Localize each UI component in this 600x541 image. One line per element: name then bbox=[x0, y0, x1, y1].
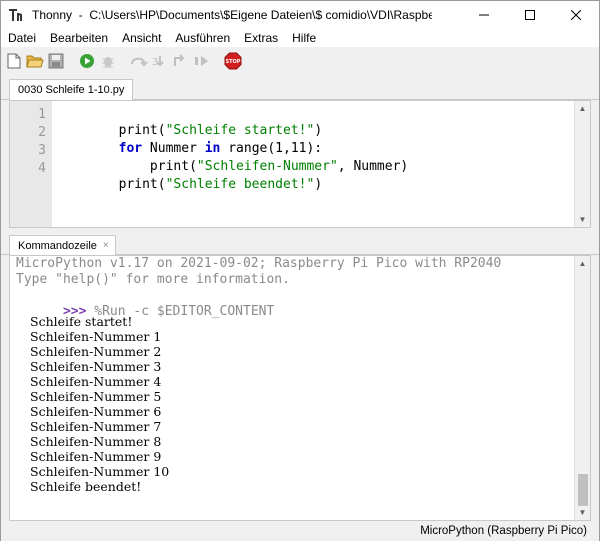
menu-extras[interactable]: Extras bbox=[237, 31, 285, 45]
minimize-button[interactable] bbox=[461, 1, 507, 29]
line-number: 3 bbox=[38, 143, 46, 158]
shell-output-line: Schleifen-Nummer 2 bbox=[30, 344, 162, 359]
app-name: Thonny bbox=[32, 8, 73, 22]
step-over-icon bbox=[131, 57, 148, 67]
line-number: 4 bbox=[38, 161, 46, 176]
shell-tab-label: Kommandozeile bbox=[18, 239, 97, 252]
menu-bearbeiten[interactable]: Bearbeiten bbox=[43, 31, 115, 45]
maximize-icon bbox=[525, 10, 535, 20]
shell-scrollbar[interactable]: ▲ ▼ bbox=[574, 256, 590, 520]
menu-datei[interactable]: Datei bbox=[1, 31, 43, 45]
resume-icon bbox=[195, 56, 208, 66]
thonny-window: Thonny - C:\Users\HP\Documents\$Eigene D… bbox=[0, 0, 600, 541]
close-button[interactable] bbox=[553, 1, 599, 29]
step-out-button[interactable] bbox=[172, 52, 190, 70]
shell-output-line: Schleifen-Nummer 1 bbox=[30, 329, 162, 344]
window-controls bbox=[461, 1, 599, 29]
folder-open-icon bbox=[26, 55, 44, 68]
code-editor[interactable]: 1 2 3 4 print("Schleife startet!") for N… bbox=[9, 100, 591, 228]
editor-scrollbar[interactable]: ▲ ▼ bbox=[574, 101, 590, 227]
save-file-button[interactable] bbox=[47, 52, 65, 70]
code-token: "Schleife beendet!" bbox=[165, 177, 315, 192]
save-icon bbox=[48, 53, 64, 69]
step-into-icon: 3 bbox=[152, 56, 164, 68]
shell-output-line: Schleifen-Nummer 9 bbox=[30, 449, 162, 464]
scroll-down-icon[interactable]: ▼ bbox=[578, 215, 587, 224]
shell-input-line[interactable]: >>> bbox=[16, 504, 86, 520]
code-token: ) bbox=[314, 177, 323, 192]
menu-ausfuehren[interactable]: Ausführen bbox=[168, 31, 237, 45]
line-number: 1 bbox=[38, 107, 46, 122]
shell-console[interactable]: MicroPython v1.17 on 2021-09-02; Raspber… bbox=[9, 255, 591, 521]
minimize-icon bbox=[479, 14, 489, 16]
code-token: , Nummer) bbox=[337, 159, 409, 174]
shell-banner-line: Type "help()" for more information. bbox=[16, 272, 290, 287]
scroll-down-icon[interactable]: ▼ bbox=[578, 508, 587, 517]
menu-ansicht[interactable]: Ansicht bbox=[115, 31, 168, 45]
shell-output-line: Schleifen-Nummer 3 bbox=[30, 359, 162, 374]
close-tab-icon[interactable]: × bbox=[103, 240, 109, 251]
code-area[interactable]: print("Schleife startet!") for Nummer in… bbox=[56, 101, 576, 227]
stop-icon: STOP bbox=[224, 52, 242, 70]
bug-icon bbox=[102, 57, 114, 68]
shell-output-line: Schleifen-Nummer 7 bbox=[30, 419, 162, 434]
shell-banner-line: MicroPython v1.17 on 2021-09-02; Raspber… bbox=[16, 256, 502, 271]
editor-tab-label: 0030 Schleife 1-10.py bbox=[18, 84, 125, 96]
shell-output-line: Schleifen-Nummer 5 bbox=[30, 389, 162, 404]
close-icon bbox=[571, 10, 581, 20]
stop-label: STOP bbox=[226, 59, 241, 65]
new-file-icon bbox=[7, 53, 21, 69]
step-out-icon bbox=[174, 54, 185, 66]
shell-output-line: Schleifen-Nummer 6 bbox=[30, 404, 162, 419]
open-file-button[interactable] bbox=[26, 52, 44, 70]
shell-output-line: Schleife beendet! bbox=[30, 479, 142, 494]
shell-prompt: >>> bbox=[63, 519, 86, 520]
code-line: print("Schleife beendet!") bbox=[56, 158, 323, 192]
code-line: print("Schleifen-Nummer", Nummer) bbox=[56, 140, 408, 174]
code-line: print("Schleife startet!") bbox=[56, 104, 323, 138]
scroll-thumb[interactable] bbox=[578, 474, 588, 506]
code-line: for Nummer in range(1,11): bbox=[56, 122, 323, 156]
shell-output-line: Schleifen-Nummer 10 bbox=[30, 464, 170, 479]
resume-button[interactable] bbox=[193, 52, 211, 70]
toolbar: 3 STOP bbox=[1, 47, 599, 75]
menu-hilfe[interactable]: Hilfe bbox=[285, 31, 323, 45]
menu-bar: Datei Bearbeiten Ansicht Ausführen Extra… bbox=[1, 29, 599, 47]
file-path: C:\Users\HP\Documents\$Eigene Dateien\$ … bbox=[89, 8, 432, 22]
editor-tab-bar: 0030 Schleife 1-10.py bbox=[1, 75, 599, 101]
interpreter-selector[interactable]: MicroPython (Raspberry Pi Pico) bbox=[420, 525, 587, 537]
line-number-gutter: 1 2 3 4 bbox=[10, 101, 52, 227]
tab-editor-file[interactable]: 0030 Schleife 1-10.py bbox=[9, 79, 134, 101]
scroll-up-icon[interactable]: ▲ bbox=[578, 104, 587, 113]
thonny-logo-icon bbox=[8, 7, 24, 23]
run-button[interactable] bbox=[78, 52, 96, 70]
maximize-button[interactable] bbox=[507, 1, 553, 29]
step-into-button[interactable]: 3 bbox=[151, 52, 169, 70]
status-bar: MicroPython (Raspberry Pi Pico) bbox=[1, 523, 599, 541]
shell-output-line: Schleifen-Nummer 8 bbox=[30, 434, 162, 449]
run-icon bbox=[80, 54, 94, 68]
debug-button[interactable] bbox=[99, 52, 117, 70]
line-number: 2 bbox=[38, 125, 46, 140]
title-bar[interactable]: Thonny - C:\Users\HP\Documents\$Eigene D… bbox=[1, 1, 599, 29]
window-title: Thonny - C:\Users\HP\Documents\$Eigene D… bbox=[32, 8, 432, 22]
stop-button[interactable]: STOP bbox=[224, 52, 242, 70]
tab-shell[interactable]: Kommandozeile × bbox=[9, 235, 116, 256]
code-token: print( bbox=[118, 177, 166, 192]
shell-tab-bar: Kommandozeile × bbox=[1, 233, 599, 256]
shell-output-line: Schleife startet! bbox=[30, 314, 133, 329]
scroll-up-icon[interactable]: ▲ bbox=[578, 259, 587, 268]
step-over-button[interactable] bbox=[130, 52, 148, 70]
shell-output-line: Schleifen-Nummer 4 bbox=[30, 374, 162, 389]
new-file-button[interactable] bbox=[5, 52, 23, 70]
